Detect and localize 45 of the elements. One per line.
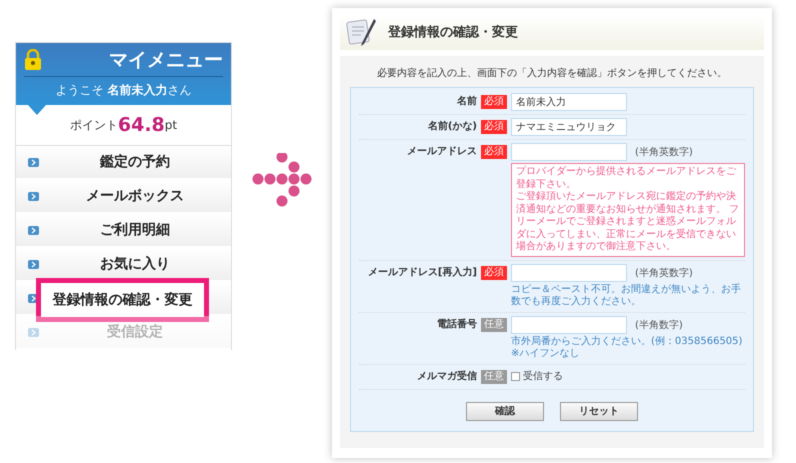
field-label: 名前	[456, 94, 477, 109]
required-badge: 必須	[481, 95, 507, 109]
input-field[interactable]	[511, 316, 627, 334]
field-label: メールアドレス[再入力]	[366, 266, 477, 280]
checkbox-option[interactable]: 受信する	[511, 368, 745, 386]
optional-badge: 任意	[481, 370, 507, 384]
menu-link[interactable]: お気に入り	[39, 255, 231, 273]
chevron-icon	[28, 328, 39, 336]
notice-text: ご登録頂いたメールアドレス宛に鑑定の予約や決済通知などの重要なお知らせが通知されます。 フリーメールでご登録されますと迷惑メールフォルダに入ってしまい、正常にメールを受信できない場合がありますので御注意下さい。	[516, 191, 740, 254]
required-badge: 必須	[481, 145, 507, 159]
notice-text: プロバイダーから提供されるメールアドレスをご登録下さい。	[516, 166, 737, 190]
hint-text: コピー＆ペースト不可。お間違えが無いよう、お手数でも再度ご入力ください。	[511, 284, 742, 308]
required-badge: 必須	[481, 266, 507, 280]
checkbox[interactable]	[511, 372, 520, 381]
menu-link[interactable]: ご利用明細	[39, 221, 231, 239]
input-field[interactable]	[511, 264, 627, 282]
menu-link[interactable]: 鑑定の予約	[39, 153, 231, 171]
confirm-button[interactable]: 確認	[466, 402, 544, 420]
reset-button[interactable]: リセット	[560, 402, 638, 420]
hint-text: 市外局番からご入力ください。(例：0358566505) ※ハイフンなし	[511, 336, 744, 360]
input-field[interactable]	[511, 143, 627, 161]
menu-title: マイメニュー	[109, 48, 223, 73]
chevron-icon	[28, 260, 39, 268]
input-field[interactable]: 名前未入力	[511, 93, 627, 111]
chevron-icon	[28, 226, 39, 234]
instruction-text: 必要内容を記入の上、画面下の「入力内容を確認」ボタンを押してください。	[376, 66, 728, 81]
welcome-text: ようこそ 名前未入力 さん	[54, 82, 192, 99]
menu-link[interactable]: メールボックス	[39, 187, 231, 205]
field-label: メルマガ受信	[416, 370, 477, 384]
chevron-icon	[28, 192, 39, 200]
notepad-pen-icon	[346, 17, 378, 47]
form-title: 登録情報の確認・変更	[388, 24, 518, 41]
input-field[interactable]: ナマエミニュウリョク	[511, 118, 627, 136]
field-label: メールアドレス	[406, 145, 477, 159]
optional-badge: 任意	[481, 318, 507, 332]
unit-hint: (半角英数字)	[635, 146, 693, 159]
unit-hint: (半角英数字)	[635, 266, 693, 280]
dotted-arrow-drawing	[252, 153, 312, 207]
lock-icon	[24, 49, 42, 71]
field-label: 名前(かな)	[426, 120, 477, 134]
field-label: 電話番号	[436, 318, 477, 332]
menu-link[interactable]: 登録情報の確認・変更	[36, 278, 209, 322]
chevron-icon	[28, 158, 39, 166]
unit-hint: (半角数字)	[635, 318, 683, 332]
required-badge: 必須	[481, 120, 507, 134]
